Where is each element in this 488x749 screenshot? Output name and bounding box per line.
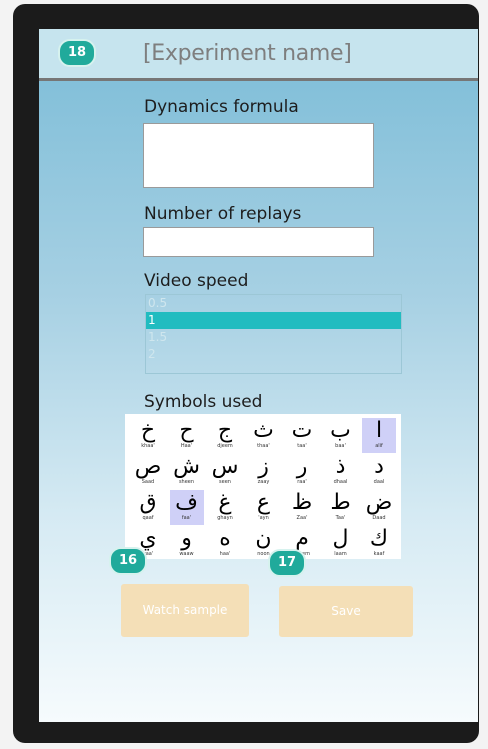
symbols-grid: خ khaa' ح Haa' ج djeem ث thaa' ت taa' ب baa' ا alif ص S… <box>125 414 401 559</box>
symbol-tile[interactable]: ف faa' <box>169 490 204 525</box>
save-button[interactable]: Save <box>279 586 413 637</box>
symbol-tile[interactable]: ع'ayn <box>247 490 281 525</box>
symbol-name: Taa' <box>335 515 346 521</box>
symbol-name: laam <box>334 551 347 557</box>
symbol-name: waaw <box>179 551 194 557</box>
dynamics-formula-label: Dynamics formula <box>144 97 299 117</box>
symbol-glyph: خ <box>140 418 156 443</box>
symbol-tile[interactable]: ت taa' <box>285 418 319 453</box>
speed-option[interactable]: 1 <box>146 312 401 329</box>
symbol-tile[interactable]: ج djeem <box>208 418 242 453</box>
symbol-glyph: و <box>181 526 192 551</box>
speed-option[interactable]: 1.5 <box>146 329 401 346</box>
symbol-name: haa' <box>219 551 231 557</box>
symbol-tile[interactable]: ث thaa' <box>247 418 281 453</box>
symbol-tile[interactable]: ظ Zaa' <box>285 490 319 525</box>
symbol-tile[interactable]: ه haa' <box>208 526 242 561</box>
symbol-tile[interactable]: خ khaa' <box>131 418 165 453</box>
symbol-glyph: ك <box>369 526 389 551</box>
symbol-glyph: غ <box>218 490 232 515</box>
number-of-replays-label: Number of replays <box>144 204 302 224</box>
symbol-glyph: ه <box>219 526 231 551</box>
symbol-glyph: ص <box>134 454 162 479</box>
step-badge-18: 18 <box>58 39 96 67</box>
video-speed-list[interactable]: 0.5 1 1.5 2 <box>145 294 402 374</box>
symbol-tile[interactable]: ب baa' <box>324 418 358 453</box>
speed-option[interactable]: 2 <box>146 346 401 363</box>
symbol-name: alif <box>375 443 383 449</box>
symbol-tile[interactable]: ض Daad <box>362 490 396 525</box>
symbol-name: sheen <box>178 479 195 485</box>
symbol-name: Daad <box>372 515 386 521</box>
experiment-name[interactable]: [Experiment name] <box>143 41 352 66</box>
symbol-tile[interactable]: ل laam <box>324 526 358 561</box>
video-speed-label: Video speed <box>144 271 249 291</box>
symbol-glyph: ا <box>375 418 383 443</box>
symbol-name: baa' <box>335 443 346 449</box>
symbol-name: seen <box>219 479 231 485</box>
symbol-name: djeem <box>217 443 233 449</box>
symbol-tile[interactable]: ح Haa' <box>170 418 204 453</box>
symbol-name: raa' <box>297 479 307 485</box>
symbol-glyph: ق <box>139 490 157 515</box>
symbol-name: Zaa' <box>296 515 308 521</box>
symbol-glyph: ظ <box>291 490 313 515</box>
symbol-name: 'ayn <box>258 515 269 521</box>
symbol-glyph: ش <box>173 454 200 479</box>
symbol-tile[interactable]: ط Taa' <box>324 490 358 525</box>
symbol-name: thaa' <box>257 443 270 449</box>
symbol-tile[interactable]: ا alif <box>362 418 396 453</box>
symbol-tile[interactable]: س seen <box>208 454 242 489</box>
symbol-name: Saad <box>141 479 155 485</box>
symbol-name: daal <box>373 479 385 485</box>
symbol-glyph: ث <box>253 418 274 443</box>
symbol-glyph: ر <box>296 454 308 479</box>
symbol-glyph: س <box>211 454 239 479</box>
symbol-name: taa' <box>297 443 307 449</box>
symbol-tile[interactable]: ر raa' <box>285 454 319 489</box>
symbol-glyph: ج <box>217 418 233 443</box>
symbol-glyph: ل <box>332 526 349 551</box>
dynamics-formula-input[interactable] <box>143 123 374 188</box>
symbol-glyph: ذ <box>335 454 346 479</box>
symbol-tile[interactable]: ز zaay <box>247 454 281 489</box>
symbol-name: zaay <box>257 479 270 485</box>
symbol-tile[interactable]: ش sheen <box>170 454 204 489</box>
symbol-glyph: ف <box>175 490 198 515</box>
symbol-name: khaa' <box>141 443 155 449</box>
symbol-name: qaaf <box>142 515 154 521</box>
symbol-tile[interactable]: و waaw <box>170 526 204 561</box>
step-badge-16: 16 <box>109 547 147 575</box>
symbol-glyph: ط <box>330 490 351 515</box>
symbol-name: dhaal <box>333 479 348 485</box>
app-screen: 18 [Experiment name] Dynamics formula Nu… <box>39 29 478 722</box>
symbol-glyph: ت <box>291 418 313 443</box>
symbol-glyph: ض <box>365 490 393 515</box>
symbol-tile[interactable]: ذ dhaal <box>324 454 358 489</box>
watch-sample-button[interactable]: Watch sample <box>121 584 249 637</box>
symbol-glyph: ز <box>258 454 269 479</box>
step-badge-17: 17 <box>268 549 306 577</box>
symbol-glyph: د <box>374 454 384 479</box>
symbol-tile[interactable]: غ ghayn <box>208 490 242 525</box>
symbol-glyph: ع <box>256 490 271 515</box>
symbol-tile[interactable]: ك kaaf <box>362 526 396 561</box>
symbol-name: ghayn <box>217 515 233 521</box>
symbol-name: Haa' <box>180 443 193 449</box>
symbol-tile[interactable]: د daal <box>362 454 396 489</box>
symbol-name: kaaf <box>373 551 385 557</box>
speed-option[interactable]: 0.5 <box>146 295 401 312</box>
symbol-glyph: ح <box>179 418 194 443</box>
symbol-glyph: ن <box>255 526 272 551</box>
symbol-tile[interactable]: ص Saad <box>131 454 165 489</box>
symbols-used-label: Symbols used <box>144 392 263 412</box>
number-of-replays-input[interactable] <box>143 227 374 257</box>
symbol-glyph: م <box>295 526 309 551</box>
top-bar: 18 [Experiment name] <box>39 29 478 81</box>
symbol-glyph: ب <box>330 418 351 443</box>
symbol-name: faa' <box>181 515 192 521</box>
symbol-tile[interactable]: ق qaaf <box>131 490 165 525</box>
